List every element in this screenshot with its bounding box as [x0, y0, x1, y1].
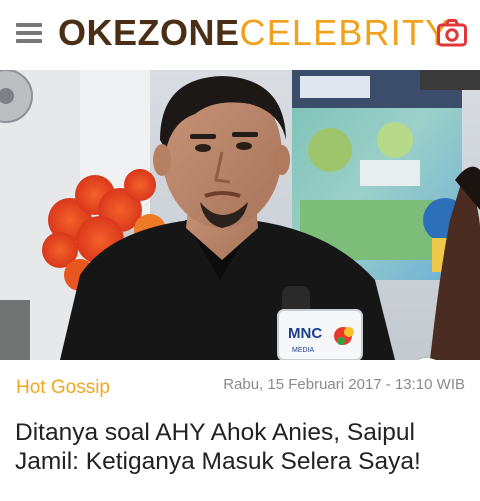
article-headline[interactable]: Ditanya soal AHY Ahok Anies, Saipul Jami…	[15, 418, 470, 476]
site-logo[interactable]: OKEZONE CELEBRITY	[58, 10, 450, 56]
mic-logo-text: MNC	[288, 325, 322, 342]
article-hero-image[interactable]: MNC MEDIA i	[0, 70, 480, 360]
info-glyph: i	[407, 358, 447, 360]
mic-logo-sub: MEDIA	[292, 347, 315, 354]
info-icon[interactable]: i	[407, 358, 447, 360]
category-link[interactable]: Hot Gossip	[16, 375, 110, 401]
top-bar: OKEZONE CELEBRITY	[0, 0, 480, 70]
menu-line	[16, 31, 42, 35]
camera-icon[interactable]	[436, 18, 468, 48]
article-date: Rabu, 15 Februari 2017 - 13:10 WIB	[223, 376, 465, 393]
brand-celebrity: CELEBRITY	[239, 12, 451, 53]
menu-line	[16, 39, 42, 43]
hamburger-menu-icon[interactable]	[16, 22, 42, 44]
brand-okezone: OKEZONE	[58, 12, 240, 53]
menu-line	[16, 23, 42, 27]
hero-photo-illustration: MNC MEDIA	[0, 70, 480, 360]
